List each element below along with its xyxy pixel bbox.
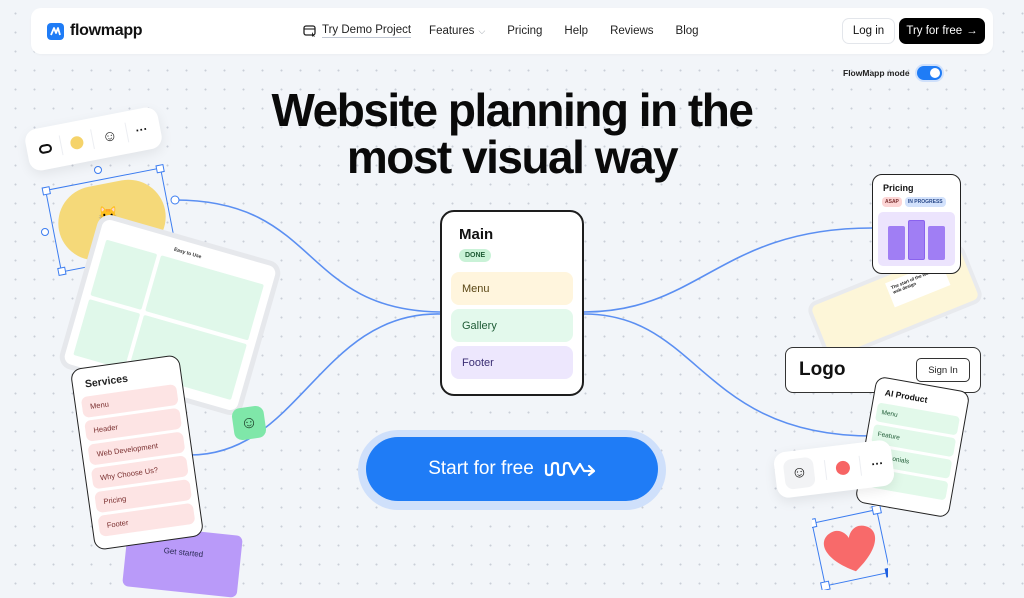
divider (90, 129, 96, 150)
pricing-card-title: Pricing (883, 183, 914, 193)
divider (858, 455, 863, 476)
flowmapp-mode-toggle-group: FlowMapp mode (843, 66, 942, 80)
nav-links: Try Demo Project Features ⌵ Pricing Help… (303, 8, 721, 54)
resize-handle (871, 506, 882, 515)
pricing-column (928, 226, 945, 260)
color-swatch[interactable] (69, 134, 85, 150)
cta-label: Start for free (428, 458, 534, 479)
main-page-card[interactable]: Main DONE Menu Gallery Footer (440, 210, 584, 396)
resize-handle (884, 566, 888, 578)
demo-icon (303, 24, 316, 37)
hero-headline-line2: most visual way (346, 131, 679, 183)
in-progress-badge: IN PROGRESS (904, 197, 946, 207)
brand-logo[interactable]: flowmapp (47, 22, 143, 40)
connector-handle (170, 195, 180, 205)
emoji-icon[interactable]: ☺ (100, 126, 118, 146)
hero-headline: Website planning in the most visual way (200, 87, 824, 181)
hero-headline-line1: Website planning in the (271, 84, 754, 136)
nav-help[interactable]: Help (564, 25, 588, 37)
main-card-item-menu[interactable]: Menu (451, 272, 573, 305)
pricing-card[interactable]: Pricing ASAP IN PROGRESS (872, 174, 961, 274)
main-card-title: Main (459, 226, 494, 243)
brand-name: flowmapp (70, 22, 143, 39)
more-icon[interactable]: ··· (871, 456, 885, 471)
flowmapp-mode-toggle[interactable] (916, 66, 942, 80)
chevron-down-icon: ⌵ (478, 25, 486, 36)
divider (823, 460, 827, 481)
status-badge: DONE (459, 249, 492, 262)
try-for-free-label: Try for free (906, 25, 963, 37)
color-swatch[interactable] (835, 460, 851, 476)
logo-placeholder: Logo (799, 359, 846, 380)
divider (59, 135, 64, 156)
flowmapp-logo-icon (47, 22, 64, 40)
divider (124, 122, 129, 143)
nav-features[interactable]: Features ⌵ (429, 25, 485, 37)
pricing-column (908, 220, 925, 260)
smile-sticker-icon[interactable]: ☺ (230, 404, 268, 442)
top-navbar: flowmapp Try Demo Project Features ⌵ Pri… (31, 8, 993, 54)
nav-link-label: Features (429, 25, 475, 37)
wireframe-block (90, 239, 158, 310)
main-card-item-gallery[interactable]: Gallery (451, 309, 573, 342)
resize-handle (820, 580, 831, 590)
nav-try-demo-project[interactable]: Try Demo Project (303, 24, 412, 38)
pricing-preview (878, 212, 955, 266)
shape-pill-icon[interactable] (38, 142, 54, 154)
try-for-free-button[interactable]: Try for free → (899, 18, 985, 44)
rotate-handle[interactable] (94, 166, 102, 174)
resize-handle[interactable] (155, 163, 165, 174)
resize-handle (812, 518, 818, 529)
flowmapp-mode-label: FlowMapp mode (843, 68, 910, 78)
main-card-item-footer[interactable]: Footer (451, 346, 573, 379)
resize-handle[interactable] (41, 186, 51, 196)
login-button[interactable]: Log in (842, 18, 895, 44)
emoji-icon[interactable]: ☺ (782, 456, 817, 490)
nav-link-label: Try Demo Project (322, 24, 412, 38)
heart-shape-icon[interactable] (812, 506, 888, 590)
resize-handle[interactable] (57, 266, 67, 277)
wireframe-block (73, 299, 141, 370)
nav-pricing[interactable]: Pricing (507, 25, 542, 37)
more-icon[interactable]: ··· (134, 122, 148, 138)
arrow-right-icon: → (966, 25, 978, 37)
squiggle-arrow-icon (544, 461, 595, 477)
start-for-free-button[interactable]: Start for free (366, 437, 658, 501)
nav-reviews[interactable]: Reviews (610, 25, 653, 37)
asap-badge: ASAP (882, 197, 902, 207)
connect-handle[interactable] (41, 228, 49, 236)
nav-blog[interactable]: Blog (676, 25, 699, 37)
pricing-badges: ASAP IN PROGRESS (882, 197, 955, 207)
pricing-column (888, 226, 905, 260)
sign-in-button[interactable]: Sign In (916, 358, 970, 382)
